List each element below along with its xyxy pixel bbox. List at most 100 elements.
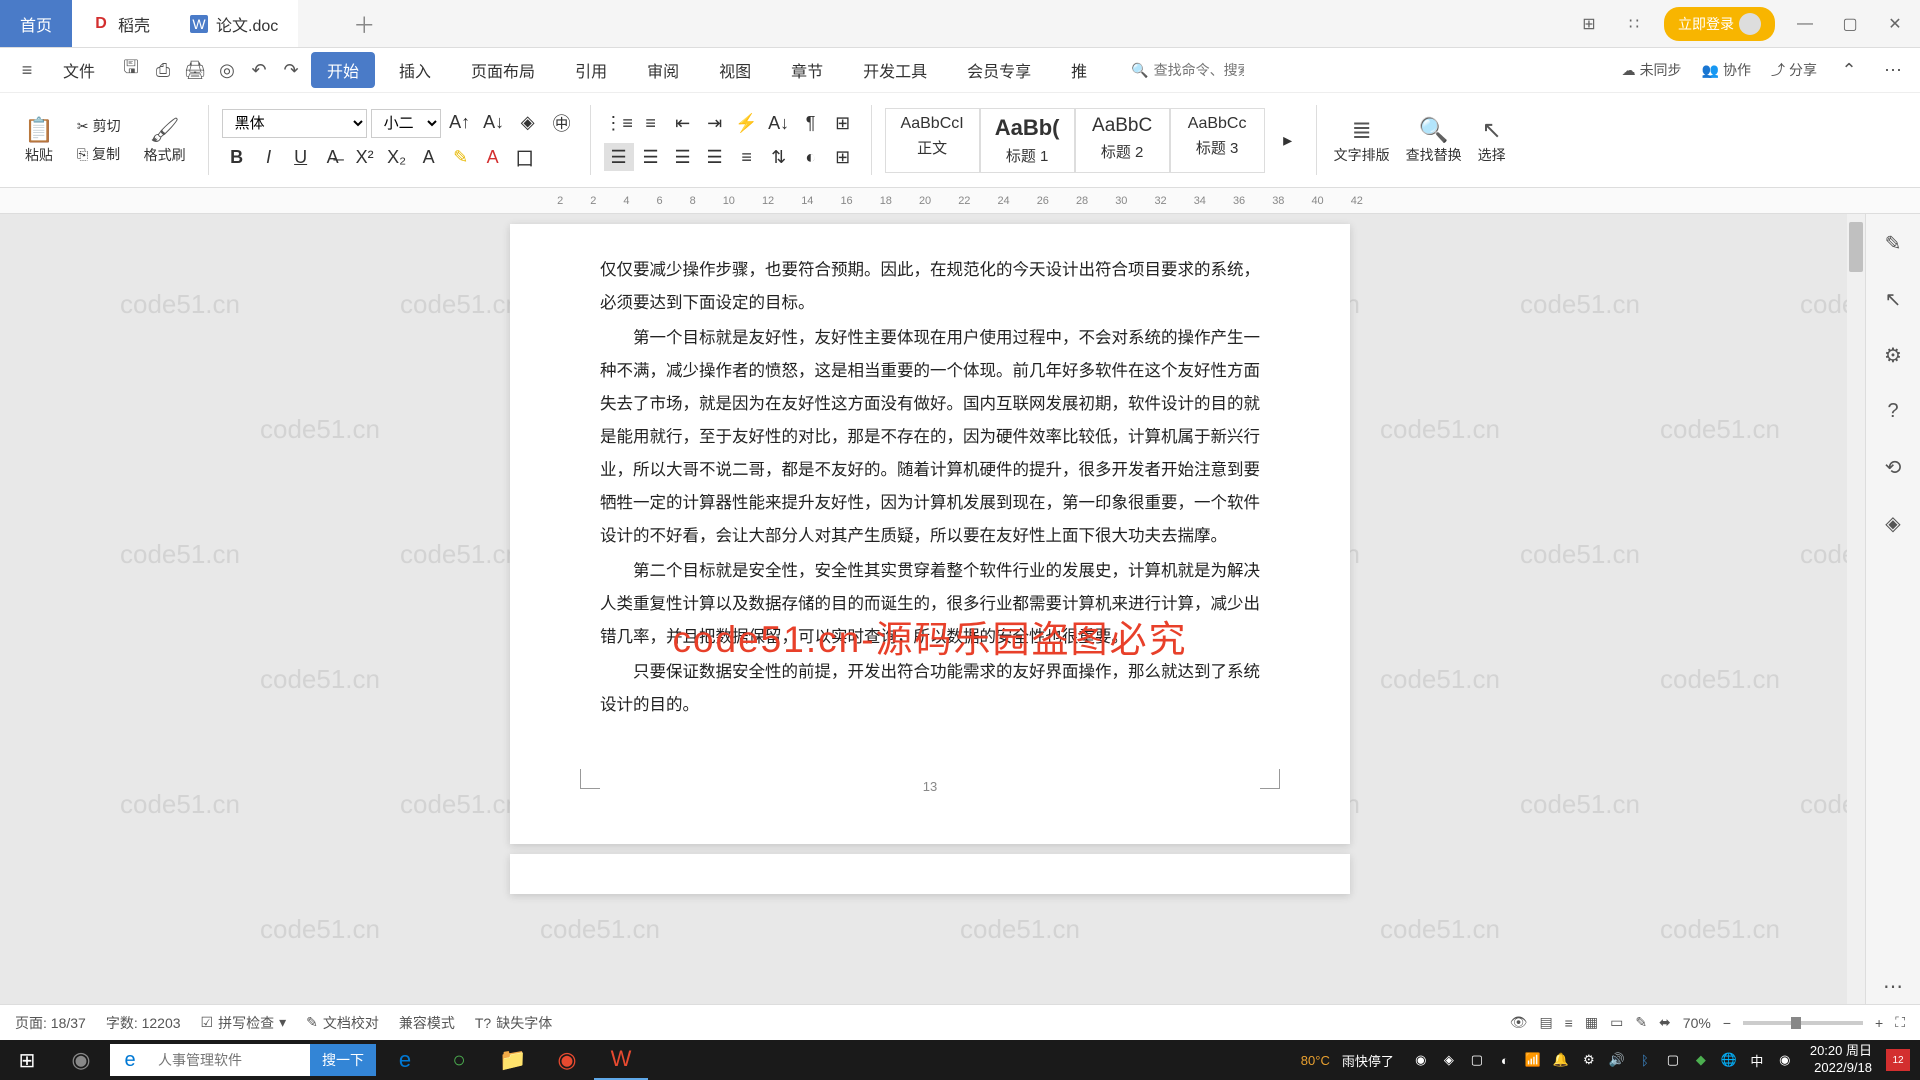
- grid-icon[interactable]: ⊞: [1574, 9, 1604, 39]
- tray-network-icon[interactable]: 🌐: [1718, 1049, 1740, 1071]
- styles-expand-icon[interactable]: ▸: [1273, 126, 1303, 154]
- task-app-copilot[interactable]: ◉: [54, 1040, 108, 1080]
- print-icon[interactable]: 🖨: [183, 58, 207, 82]
- select-button[interactable]: ↖选择: [1474, 112, 1510, 169]
- minimize-button[interactable]: —: [1790, 9, 1820, 39]
- paste-button[interactable]: 📋 粘贴: [20, 112, 58, 169]
- zoom-in-icon[interactable]: +: [1875, 1015, 1883, 1031]
- settings-icon[interactable]: ⚙: [1879, 341, 1907, 369]
- view-eye-icon[interactable]: 👁: [1510, 1014, 1528, 1031]
- save-icon[interactable]: 🖫: [119, 58, 143, 82]
- tray-icon[interactable]: ◐: [1494, 1049, 1516, 1071]
- zoom-level[interactable]: 70%: [1683, 1015, 1711, 1031]
- tray-icon[interactable]: ◉: [1410, 1049, 1432, 1071]
- start-button[interactable]: ⊞: [0, 1040, 54, 1080]
- menu-view[interactable]: 视图: [703, 52, 767, 88]
- asian-layout-icon[interactable]: ⚡: [732, 109, 762, 137]
- scroll-thumb[interactable]: [1849, 222, 1863, 272]
- tray-volume-icon[interactable]: 🔊: [1606, 1049, 1628, 1071]
- word-count[interactable]: 字数: 12203: [106, 1013, 181, 1033]
- document-page-next[interactable]: [510, 854, 1350, 894]
- tab-stops-icon[interactable]: ⊞: [828, 109, 858, 137]
- italic-icon[interactable]: I: [254, 144, 284, 172]
- view-web-icon[interactable]: ▦: [1585, 1014, 1598, 1031]
- zoom-slider[interactable]: [1743, 1021, 1863, 1025]
- paragraph[interactable]: 只要保证数据安全性的前提，开发出符合功能需求的友好界面操作，那么就达到了系统设计…: [600, 656, 1260, 722]
- preview-icon[interactable]: ◎: [215, 58, 239, 82]
- menu-more[interactable]: 推: [1055, 52, 1103, 88]
- diamond-icon[interactable]: ◈: [1879, 509, 1907, 537]
- search-button[interactable]: 搜一下: [310, 1044, 376, 1076]
- share-button[interactable]: ⤴ 分享: [1771, 60, 1817, 80]
- view-outline-icon[interactable]: ≡: [1565, 1015, 1573, 1031]
- pen-icon[interactable]: ✎: [1879, 229, 1907, 257]
- char-border-icon[interactable]: 囗: [510, 144, 540, 172]
- text-layout-button[interactable]: ≣文字排版: [1330, 112, 1394, 169]
- view-page-icon[interactable]: ▤: [1539, 1014, 1552, 1031]
- bullets-icon[interactable]: ⋮≡: [604, 109, 634, 137]
- highlight-icon[interactable]: ✎: [446, 144, 476, 172]
- view-edit-icon[interactable]: ✎: [1635, 1014, 1647, 1031]
- tray-icon[interactable]: 📶: [1522, 1049, 1544, 1071]
- hamburger-icon[interactable]: ≡: [15, 58, 39, 82]
- tray-icon[interactable]: ▢: [1662, 1049, 1684, 1071]
- task-app-tool[interactable]: ◉: [540, 1040, 594, 1080]
- compat-mode[interactable]: 兼容模式: [399, 1013, 455, 1033]
- numbering-icon[interactable]: ≡: [636, 109, 666, 137]
- sync-status[interactable]: ☁ 未同步: [1622, 60, 1682, 80]
- tab-add[interactable]: ＋: [338, 0, 390, 47]
- fit-width-icon[interactable]: ⬌: [1659, 1014, 1671, 1031]
- more-icon[interactable]: ⋯: [1881, 58, 1905, 82]
- decrease-indent-icon[interactable]: ⇤: [668, 109, 698, 137]
- shrink-font-icon[interactable]: A↓: [479, 109, 509, 137]
- shading-icon[interactable]: ◐: [796, 143, 826, 171]
- save-as-icon[interactable]: ⎙: [151, 58, 175, 82]
- command-search[interactable]: 🔍: [1131, 62, 1243, 79]
- task-app-edge[interactable]: e: [378, 1040, 432, 1080]
- font-size-select[interactable]: 小二: [371, 109, 441, 138]
- select-tool-icon[interactable]: ↖: [1879, 285, 1907, 313]
- tray-ime-icon[interactable]: 中: [1746, 1049, 1768, 1071]
- action-center-icon[interactable]: 12: [1886, 1049, 1910, 1071]
- convert-icon[interactable]: ⟲: [1879, 453, 1907, 481]
- sort-icon[interactable]: A↓: [764, 109, 794, 137]
- tray-icon[interactable]: ▢: [1466, 1049, 1488, 1071]
- style-body[interactable]: AaBbCcI正文: [885, 108, 980, 173]
- tray-icon[interactable]: ◈: [1438, 1049, 1460, 1071]
- tray-icon[interactable]: ⚙: [1578, 1049, 1600, 1071]
- document-page[interactable]: 仅仅要减少操作步骤，也要符合预期。因此，在规范化的今天设计出符合项目要求的系统，…: [510, 224, 1350, 844]
- phonetic-icon[interactable]: ㊥: [547, 109, 577, 137]
- redo-icon[interactable]: ↷: [279, 58, 303, 82]
- page-count[interactable]: 页面: 18/37: [15, 1013, 86, 1033]
- maximize-button[interactable]: ▢: [1835, 9, 1865, 39]
- fullscreen-icon[interactable]: ⛶: [1895, 1014, 1905, 1031]
- distribute-icon[interactable]: ≡: [732, 143, 762, 171]
- borders-icon[interactable]: ⊞: [828, 143, 858, 171]
- tray-notif-icon[interactable]: 🔔: [1550, 1049, 1572, 1071]
- proofread-button[interactable]: ✎ 文档校对: [306, 1013, 379, 1033]
- underline-icon[interactable]: U: [286, 144, 316, 172]
- close-button[interactable]: ✕: [1880, 9, 1910, 39]
- menu-review[interactable]: 审阅: [631, 52, 695, 88]
- superscript-icon[interactable]: X²: [350, 144, 380, 172]
- vertical-scrollbar[interactable]: [1847, 214, 1865, 1020]
- tray-icon[interactable]: ◉: [1774, 1049, 1796, 1071]
- align-right-icon[interactable]: ☰: [668, 143, 698, 171]
- menu-start[interactable]: 开始: [311, 52, 375, 88]
- subscript-icon[interactable]: X₂: [382, 144, 412, 172]
- menu-devtools[interactable]: 开发工具: [847, 52, 943, 88]
- paragraph[interactable]: 第二个目标就是安全性，安全性其实贯穿着整个软件行业的发展史，计算机就是为解决人类…: [600, 555, 1260, 654]
- help-icon[interactable]: ?: [1879, 397, 1907, 425]
- font-name-select[interactable]: 黑体: [222, 109, 367, 138]
- tray-bluetooth-icon[interactable]: ᛒ: [1634, 1049, 1656, 1071]
- chevron-up-icon[interactable]: ⌃: [1837, 58, 1861, 82]
- missing-font[interactable]: T? 缺失字体: [475, 1013, 552, 1033]
- ruler[interactable]: 224681012141618202224262830323436384042: [0, 188, 1920, 214]
- style-h3[interactable]: AaBbCc标题 3: [1170, 108, 1265, 173]
- clear-format-icon[interactable]: ◈: [513, 109, 543, 137]
- align-justify-icon[interactable]: ☰: [700, 143, 730, 171]
- zoom-out-icon[interactable]: −: [1723, 1015, 1731, 1031]
- strikethrough-icon[interactable]: A̶: [318, 144, 348, 172]
- font-color-icon[interactable]: A: [478, 144, 508, 172]
- menu-member[interactable]: 会员专享: [951, 52, 1047, 88]
